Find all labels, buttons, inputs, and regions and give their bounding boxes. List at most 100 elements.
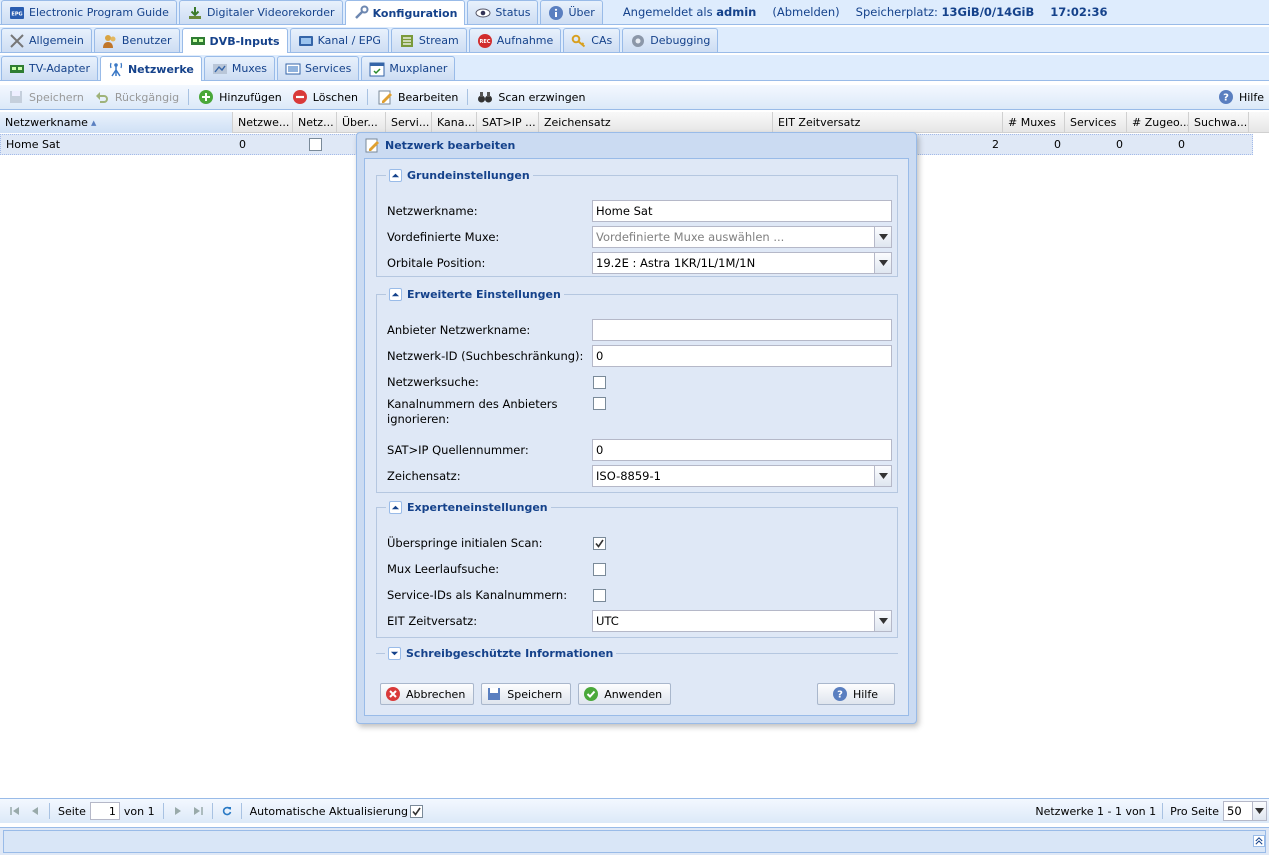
tab-users[interactable]: Benutzer <box>93 28 180 52</box>
tab-networks[interactable]: Netzwerke <box>99 56 202 81</box>
apply-button[interactable]: Anwenden <box>578 683 672 705</box>
next-page-icon[interactable] <box>168 801 188 821</box>
last-page-icon[interactable] <box>188 801 208 821</box>
ignore-provider-lcn-checkbox[interactable] <box>593 397 606 410</box>
collapse-icon[interactable] <box>389 169 402 182</box>
bug-icon <box>630 33 646 49</box>
chevron-down-icon[interactable] <box>874 611 891 631</box>
tab-dvr[interactable]: Digitaler Videorekorder <box>178 0 343 24</box>
row-checkbox[interactable] <box>309 138 322 151</box>
network-name-input[interactable]: Home Sat <box>592 200 892 222</box>
column-header[interactable]: Netzwe... <box>233 112 293 133</box>
satip-source-input[interactable]: 0 <box>592 439 892 461</box>
toolbar-separator <box>1162 803 1164 819</box>
config-tab-bar: Allgemein Benutzer DVB-Inputs Kanal / EP… <box>0 27 1269 53</box>
edit-button[interactable]: Bearbeiten <box>372 87 463 108</box>
idle-scan-checkbox[interactable] <box>593 562 606 576</box>
page-number-input[interactable]: 1 <box>89 802 120 820</box>
dialog-help-button[interactable]: ? Hilfe <box>816 683 895 705</box>
tab-about[interactable]: Über <box>540 0 603 24</box>
network-id-input[interactable]: 0 <box>592 345 892 367</box>
section-header[interactable]: Schreibgeschützte Informationen <box>385 647 616 660</box>
toolbar-separator <box>240 803 242 819</box>
collapse-up-icon[interactable] <box>1253 835 1265 847</box>
tab-tv-adapter[interactable]: TV-Adapter <box>1 56 98 80</box>
form-row: Netzwerkname: Home Sat <box>387 200 892 222</box>
column-header-network-name[interactable]: Netzwerkname ▲ <box>0 112 233 133</box>
skip-initial-scan-checkbox[interactable] <box>593 536 606 550</box>
sid-as-lcn-checkbox[interactable] <box>593 588 606 602</box>
dialog-header[interactable]: Netzwerk bearbeiten <box>357 133 916 157</box>
table-cell <box>294 135 338 154</box>
auto-refresh-checkbox[interactable] <box>410 804 424 818</box>
column-header[interactable]: Netz... <box>293 112 337 133</box>
grid-header: Netzwerkname ▲ Netzwe... Netz... Über... … <box>0 112 1269 133</box>
column-header[interactable]: Servi... <box>386 112 432 133</box>
section-header[interactable]: Erweiterte Einstellungen <box>386 288 564 301</box>
save-icon <box>8 89 24 105</box>
binoculars-icon <box>477 89 493 105</box>
section-header[interactable]: Experteneinstellungen <box>386 501 551 514</box>
network-search-checkbox[interactable] <box>593 375 606 389</box>
provider-network-name-input[interactable] <box>592 319 892 341</box>
tab-status[interactable]: Status <box>467 0 539 24</box>
column-header[interactable]: Zeichensatz <box>539 112 773 133</box>
orbital-position-select[interactable]: 19.2E : Astra 1KR/1L/1M/1N <box>592 252 892 274</box>
chevron-down-icon[interactable] <box>1252 802 1266 820</box>
charset-select[interactable]: ISO-8859-1 <box>592 465 892 487</box>
tab-services[interactable]: Services <box>276 56 360 80</box>
tab-cas[interactable]: CAs <box>563 28 621 52</box>
collapse-icon[interactable] <box>389 288 402 301</box>
refresh-icon[interactable] <box>217 801 237 821</box>
add-button[interactable]: Hinzufügen <box>193 87 287 108</box>
tab-muxplanner[interactable]: Muxplaner <box>361 56 456 80</box>
cell-network-name: Home Sat <box>6 138 61 151</box>
section-header[interactable]: Grundeinstellungen <box>386 169 533 182</box>
tab-recording[interactable]: REC Aufnahme <box>468 28 562 52</box>
prev-page-icon[interactable] <box>25 801 45 821</box>
chevron-down-icon[interactable] <box>874 227 891 247</box>
logout-link[interactable]: (Abmelden) <box>772 5 839 19</box>
cell-services: 0 <box>1054 138 1061 151</box>
sort-asc-icon: ▲ <box>90 118 97 127</box>
column-header[interactable]: Über... <box>337 112 386 133</box>
tab-dvb-inputs[interactable]: DVB-Inputs <box>181 28 288 53</box>
undo-icon <box>94 89 110 105</box>
calendar-icon <box>369 61 385 77</box>
save-button[interactable]: Speichern <box>3 87 89 108</box>
delete-icon <box>292 89 308 105</box>
tab-stream[interactable]: Stream <box>390 28 467 52</box>
column-header[interactable]: SAT>IP ... <box>477 112 539 133</box>
tab-configuration[interactable]: Konfiguration <box>344 0 466 25</box>
column-header[interactable]: EIT Zeitversatz <box>773 112 1003 133</box>
tab-channel-epg[interactable]: Kanal / EPG <box>289 28 389 52</box>
column-header[interactable]: # Muxes <box>1003 112 1065 133</box>
cancel-button[interactable]: Abbrechen <box>380 683 475 705</box>
column-header[interactable]: # Zugeo... <box>1127 112 1189 133</box>
expand-icon[interactable] <box>388 647 401 660</box>
collapse-icon[interactable] <box>389 501 402 514</box>
tab-debugging[interactable]: Debugging <box>622 28 719 52</box>
svg-text:REC: REC <box>479 39 490 45</box>
first-page-icon[interactable] <box>5 801 25 821</box>
column-header[interactable]: Suchwa... <box>1189 112 1249 133</box>
tab-muxes[interactable]: Muxes <box>203 56 275 80</box>
download-icon <box>187 5 203 21</box>
delete-button[interactable]: Löschen <box>287 87 363 108</box>
tab-label: Debugging <box>650 34 711 47</box>
per-page-select[interactable]: 50 <box>1223 801 1267 821</box>
help-button[interactable]: ? Hilfe <box>1213 87 1269 108</box>
predefined-muxes-select[interactable]: Vordefinierte Muxe auswählen ... <box>592 226 892 248</box>
tab-general[interactable]: Allgemein <box>1 28 92 52</box>
undo-button[interactable]: Rückgängig <box>89 87 184 108</box>
tab-epg[interactable]: EPG Electronic Program Guide <box>1 0 177 24</box>
column-header[interactable]: Services <box>1065 112 1127 133</box>
dialog-save-button[interactable]: Speichern <box>481 683 572 705</box>
force-scan-button[interactable]: Scan erzwingen <box>472 87 590 108</box>
eit-offset-select[interactable]: UTC <box>592 610 892 632</box>
key-icon <box>571 33 587 49</box>
chevron-down-icon[interactable] <box>874 466 891 486</box>
chevron-down-icon[interactable] <box>874 253 891 273</box>
tab-label: Konfiguration <box>372 6 458 20</box>
column-header[interactable]: Kana... <box>432 112 477 133</box>
